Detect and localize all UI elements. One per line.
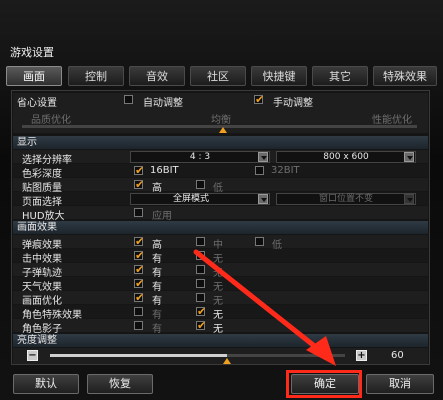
annotation-arrow-icon xyxy=(193,249,336,366)
